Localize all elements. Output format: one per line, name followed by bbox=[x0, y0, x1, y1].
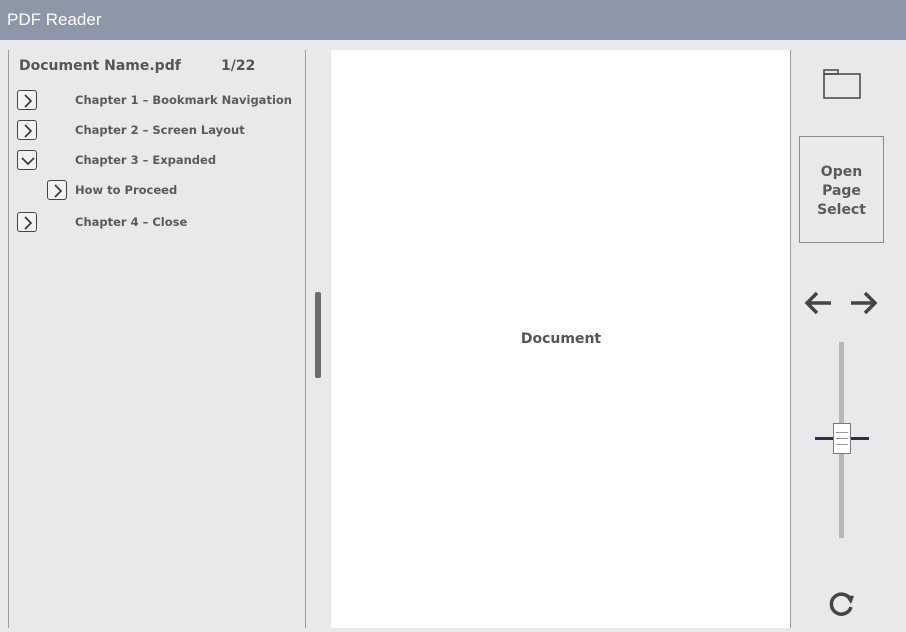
document-name: Document Name.pdf bbox=[19, 58, 181, 74]
refresh-icon[interactable] bbox=[826, 588, 858, 620]
chevron-right-icon[interactable] bbox=[47, 180, 67, 200]
bookmark-label[interactable]: Chapter 1 – Bookmark Navigation bbox=[75, 93, 292, 107]
bookmark-sidebar: Document Name.pdf 1/22 Chapter 1 – Bookm… bbox=[8, 50, 306, 628]
bookmark-item-chapter-2[interactable]: Chapter 2 – Screen Layout bbox=[17, 120, 303, 142]
document-viewer[interactable]: Document bbox=[331, 50, 791, 628]
chevron-down-icon[interactable] bbox=[17, 150, 37, 170]
bookmark-label[interactable]: Chapter 4 – Close bbox=[75, 215, 187, 229]
sidebar-header: Document Name.pdf 1/22 bbox=[9, 50, 305, 84]
bookmark-item-chapter-4[interactable]: Chapter 4 – Close bbox=[17, 212, 303, 234]
folder-icon[interactable] bbox=[820, 64, 864, 104]
arrow-left-icon[interactable] bbox=[803, 287, 835, 319]
open-page-select-label: Open Page Select bbox=[817, 164, 866, 218]
chevron-right-icon[interactable] bbox=[17, 120, 37, 140]
app-title: PDF Reader bbox=[7, 10, 102, 29]
splitter-handle[interactable] bbox=[315, 292, 321, 378]
bookmark-label[interactable]: Chapter 2 – Screen Layout bbox=[75, 123, 245, 137]
title-bar: PDF Reader bbox=[0, 0, 906, 40]
bookmark-item-chapter-1[interactable]: Chapter 1 – Bookmark Navigation bbox=[17, 90, 303, 112]
chevron-right-icon[interactable] bbox=[17, 90, 37, 110]
bookmark-label[interactable]: Chapter 3 – Expanded bbox=[75, 153, 216, 167]
bookmark-item-chapter-3[interactable]: Chapter 3 – Expanded bbox=[17, 150, 303, 172]
chevron-right-icon[interactable] bbox=[17, 212, 37, 232]
open-page-select-button[interactable]: Open Page Select bbox=[799, 136, 884, 243]
document-placeholder: Document bbox=[520, 331, 602, 347]
bookmark-item-how-to-proceed[interactable]: How to Proceed bbox=[47, 180, 303, 202]
page-indicator: 1/22 bbox=[221, 58, 256, 74]
zoom-slider-thumb[interactable] bbox=[833, 423, 851, 454]
arrow-right-icon[interactable] bbox=[847, 287, 879, 319]
bookmark-label[interactable]: How to Proceed bbox=[75, 183, 177, 197]
